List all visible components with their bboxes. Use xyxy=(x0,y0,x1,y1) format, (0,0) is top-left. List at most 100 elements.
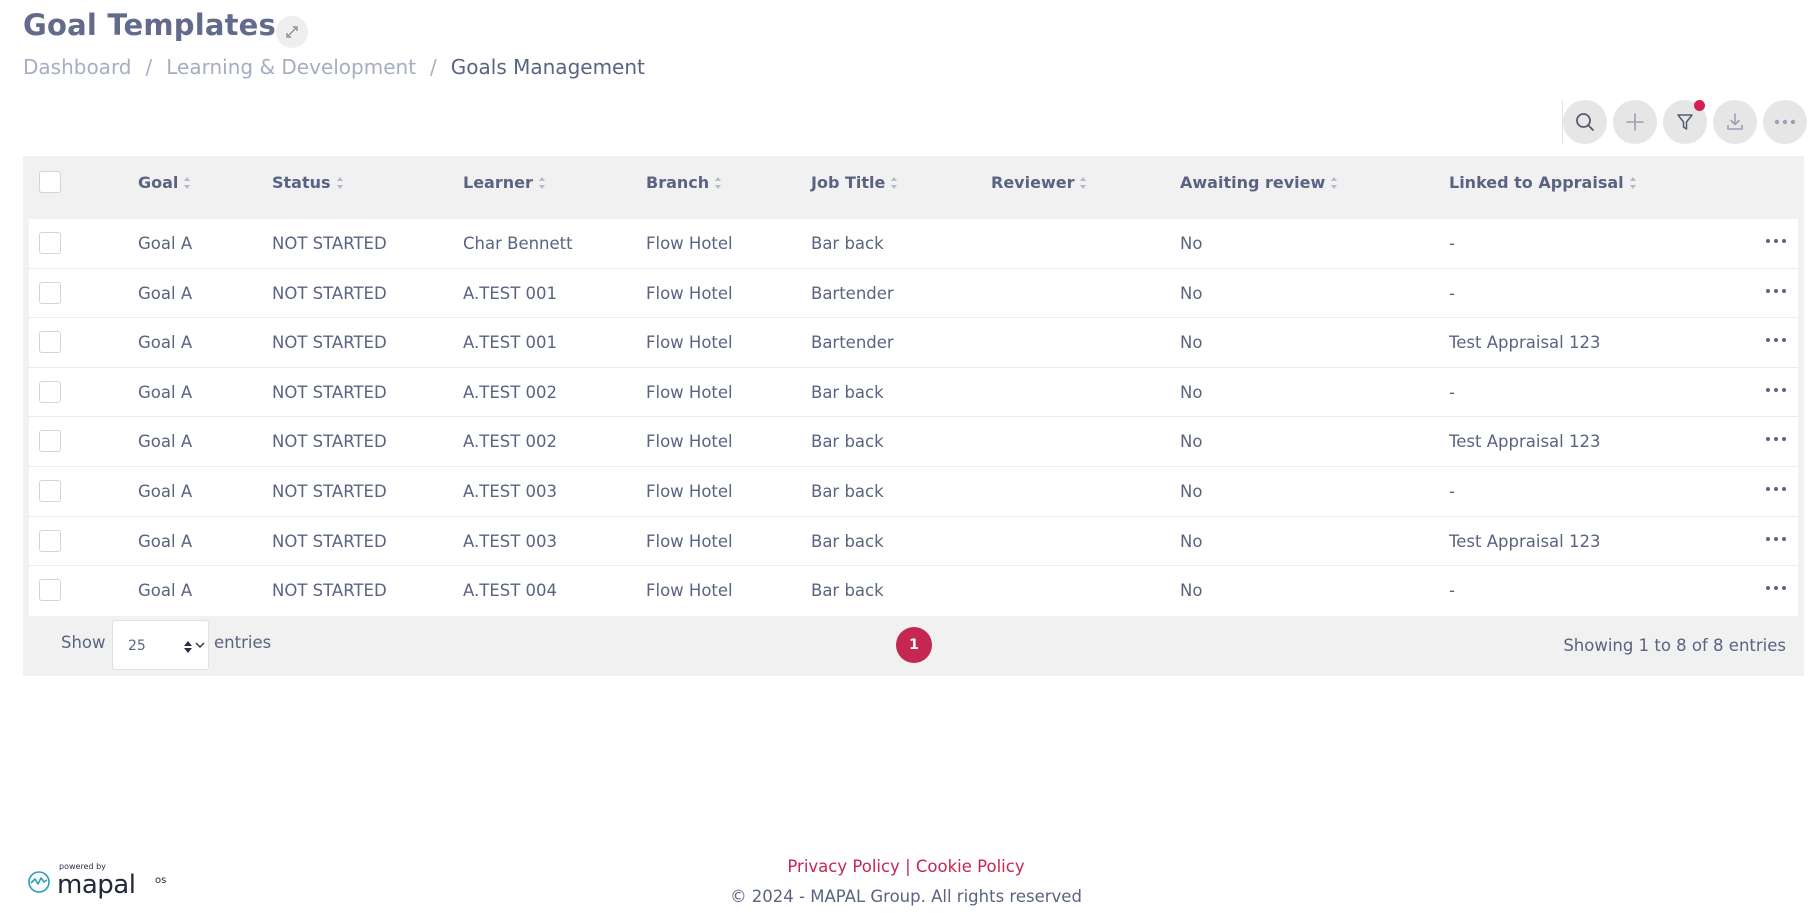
search-icon xyxy=(1576,113,1594,131)
pagination-page-button[interactable]: 1 xyxy=(896,627,932,663)
column-header-linked-to-appraisal[interactable]: Linked to Appraisal xyxy=(1449,173,1636,192)
row-actions-button[interactable] xyxy=(1766,384,1786,396)
cell-branch: Flow Hotel xyxy=(646,531,733,551)
cell-learner: A.TEST 002 xyxy=(463,432,558,452)
cell-goal: Goal A xyxy=(138,234,193,253)
row-actions-button[interactable] xyxy=(1766,483,1786,495)
cell-status: NOT STARTED xyxy=(272,432,387,452)
row-checkbox[interactable] xyxy=(39,232,61,254)
table-row[interactable]: Goal A NOT STARTED A.TEST 002 Flow Hotel… xyxy=(29,417,1798,467)
cell-linked-to-appraisal: - xyxy=(1449,283,1455,303)
table-body: Goal A NOT STARTED Char Bennett Flow Hot… xyxy=(29,219,1798,616)
privacy-policy-link[interactable]: Privacy Policy xyxy=(787,857,899,876)
row-actions-button[interactable] xyxy=(1766,533,1786,545)
cell-linked-to-appraisal: Test Appraisal 123 xyxy=(1449,432,1601,452)
table-row[interactable]: Goal A NOT STARTED A.TEST 002 Flow Hotel… xyxy=(29,367,1798,418)
sort-arrows-icon xyxy=(184,641,192,653)
column-header-label: Learner xyxy=(463,173,533,192)
chevron-down-icon xyxy=(195,642,205,648)
sort-icon xyxy=(1629,176,1636,189)
row-checkbox[interactable] xyxy=(39,380,61,403)
search-button[interactable] xyxy=(1563,100,1607,144)
table-row[interactable]: Goal A NOT STARTED A.TEST 001 Flow Hotel… xyxy=(29,318,1798,368)
row-checkbox[interactable] xyxy=(39,479,61,502)
table-row[interactable]: Goal A NOT STARTED A.TEST 004 Flow Hotel… xyxy=(29,566,1798,616)
row-checkbox[interactable] xyxy=(39,579,61,602)
cell-status: NOT STARTED xyxy=(272,333,387,353)
sort-icon xyxy=(1331,176,1338,189)
breadcrumb-current: Goals Management xyxy=(450,55,645,79)
breadcrumb-separator: / xyxy=(145,55,153,79)
cell-learner: A.TEST 004 xyxy=(463,581,558,601)
cell-job-title: Bartender xyxy=(811,283,894,303)
more-options-button[interactable] xyxy=(1763,100,1807,144)
row-actions-button[interactable] xyxy=(1766,334,1786,346)
cell-linked-to-appraisal: - xyxy=(1449,581,1455,601)
column-header-label: Status xyxy=(272,173,331,192)
column-header-status[interactable]: Status xyxy=(272,173,343,192)
column-header-branch[interactable]: Branch xyxy=(646,173,722,192)
download-button[interactable] xyxy=(1713,100,1757,144)
row-actions-button[interactable] xyxy=(1766,582,1786,594)
expand-icon xyxy=(286,26,298,38)
more-icon xyxy=(1774,119,1796,125)
cell-learner: A.TEST 003 xyxy=(463,531,558,551)
cell-learner: A.TEST 001 xyxy=(463,333,558,353)
row-checkbox[interactable] xyxy=(39,430,61,453)
column-header-job-title[interactable]: Job Title xyxy=(811,173,898,192)
cell-linked-to-appraisal: - xyxy=(1449,481,1455,501)
logo-suffix: os xyxy=(155,875,167,886)
footer-link-separator: | xyxy=(905,857,911,876)
cell-branch: Flow Hotel xyxy=(646,481,733,501)
row-checkbox[interactable] xyxy=(39,331,61,354)
breadcrumb-learning-development[interactable]: Learning & Development xyxy=(166,55,416,79)
page-size-select[interactable]: 25 xyxy=(112,620,209,670)
row-checkbox[interactable] xyxy=(39,281,61,304)
row-actions-button[interactable] xyxy=(1766,235,1786,247)
goals-table: Goal Status Learner Branch Job Title Rev… xyxy=(23,156,1804,676)
table-row[interactable]: Goal A NOT STARTED Char Bennett Flow Hot… xyxy=(29,219,1798,269)
cell-branch: Flow Hotel xyxy=(646,283,733,303)
cell-job-title: Bar back xyxy=(811,234,884,253)
cell-goal: Goal A xyxy=(138,581,193,601)
column-header-label: Linked to Appraisal xyxy=(1449,173,1624,192)
copyright: © 2024 - MAPAL Group. All rights reserve… xyxy=(730,887,1082,906)
table-row[interactable]: Goal A NOT STARTED A.TEST 001 Flow Hotel… xyxy=(29,268,1798,319)
expand-button[interactable] xyxy=(276,16,308,48)
column-header-reviewer[interactable]: Reviewer xyxy=(991,173,1087,192)
cell-branch: Flow Hotel xyxy=(646,234,733,253)
row-actions-button[interactable] xyxy=(1766,285,1786,297)
table-row[interactable]: Goal A NOT STARTED A.TEST 003 Flow Hotel… xyxy=(29,466,1798,517)
cell-branch: Flow Hotel xyxy=(646,382,733,402)
cell-branch: Flow Hotel xyxy=(646,333,733,353)
column-header-goal[interactable]: Goal xyxy=(138,173,191,192)
row-actions-button[interactable] xyxy=(1766,433,1786,445)
pagination-summary: Showing 1 to 8 of 8 entries xyxy=(1563,636,1786,655)
sort-icon xyxy=(336,176,343,189)
column-header-label: Awaiting review xyxy=(1180,173,1326,192)
cell-goal: Goal A xyxy=(138,382,193,402)
cell-learner: Char Bennett xyxy=(463,234,573,253)
cell-status: NOT STARTED xyxy=(272,234,387,253)
breadcrumb-separator: / xyxy=(430,55,437,79)
breadcrumb: Dashboard / Learning & Development / Goa… xyxy=(23,55,645,79)
cookie-policy-link[interactable]: Cookie Policy xyxy=(916,857,1025,876)
breadcrumb-dashboard[interactable]: Dashboard xyxy=(23,55,132,79)
cell-branch: Flow Hotel xyxy=(646,581,733,601)
cell-awaiting-review: No xyxy=(1180,432,1203,452)
download-icon xyxy=(1727,113,1743,130)
table-row[interactable]: Goal A NOT STARTED A.TEST 003 Flow Hotel… xyxy=(29,516,1798,567)
select-all-checkbox[interactable] xyxy=(39,171,61,193)
column-header-learner[interactable]: Learner xyxy=(463,173,545,192)
sort-icon xyxy=(891,176,898,189)
footer-links: Privacy Policy | Cookie Policy xyxy=(0,857,1812,876)
filter-icon xyxy=(1677,114,1693,130)
table-header: Goal Status Learner Branch Job Title Rev… xyxy=(23,156,1804,208)
cell-awaiting-review: No xyxy=(1180,531,1203,551)
column-header-awaiting-review[interactable]: Awaiting review xyxy=(1180,173,1338,192)
column-header-label: Reviewer xyxy=(991,173,1075,192)
add-button[interactable] xyxy=(1613,100,1657,144)
filter-button[interactable] xyxy=(1663,100,1707,144)
cell-status: NOT STARTED xyxy=(272,581,387,601)
row-checkbox[interactable] xyxy=(39,529,61,552)
